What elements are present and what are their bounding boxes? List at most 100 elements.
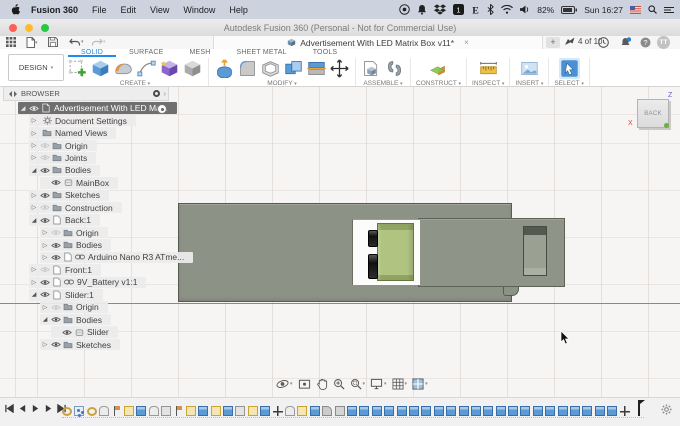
- expander-icon[interactable]: ▷: [40, 304, 50, 311]
- timeline-feature-extrude-icon[interactable]: [359, 406, 370, 416]
- spotlight-icon[interactable]: [648, 5, 657, 14]
- tree-row-bodies[interactable]: ◢ Bodies: [3, 313, 169, 326]
- timeline-feature-sketch-icon[interactable]: [247, 406, 258, 416]
- visibility-eye-icon[interactable]: [39, 291, 51, 298]
- timeline-feature-extrude-icon[interactable]: [346, 406, 357, 416]
- ribbon-group-label-inspect[interactable]: INSPECT ▾: [472, 80, 504, 87]
- timeline-feature-box-icon[interactable]: [334, 406, 345, 416]
- timeline-feature-component-icon[interactable]: [235, 406, 246, 416]
- tree-row-front-1[interactable]: ▷ Front:1: [3, 264, 169, 276]
- visibility-eye-icon[interactable]: [50, 304, 62, 311]
- grid-settings-icon[interactable]: ▾: [392, 378, 407, 390]
- expander-icon[interactable]: ◢: [18, 105, 28, 112]
- clock-icon[interactable]: [598, 37, 609, 48]
- document-tab[interactable]: Advertisement With LED Matrix Box v11* ×: [213, 36, 543, 49]
- split-icon[interactable]: [306, 58, 327, 79]
- visibility-eye-icon[interactable]: [39, 279, 51, 286]
- bluetooth-icon[interactable]: [487, 4, 495, 15]
- tree-row-joints[interactable]: ▷ Joints: [3, 152, 169, 164]
- hole-icon[interactable]: [182, 58, 203, 79]
- joint-icon[interactable]: [384, 58, 405, 79]
- new-tab-button[interactable]: +: [546, 37, 560, 48]
- redo-button[interactable]: ▾: [91, 37, 106, 47]
- timeline-playhead[interactable]: [634, 400, 645, 416]
- tree-row-origin[interactable]: ▷ Origin: [3, 226, 169, 239]
- visibility-eye-icon[interactable]: [50, 341, 62, 348]
- ribbon-group-label-modify[interactable]: MODIFY ▾: [267, 80, 297, 87]
- display-settings-icon[interactable]: ▾: [370, 378, 387, 390]
- create-sketch-icon[interactable]: [67, 58, 88, 79]
- menu-item-edit[interactable]: Edit: [121, 5, 137, 15]
- timeline-step-back-button[interactable]: [18, 404, 27, 413]
- tree-row-named-views[interactable]: ▷ Named Views: [3, 127, 169, 139]
- help-icon[interactable]: ?: [640, 37, 651, 48]
- menu-item-help[interactable]: Help: [229, 5, 248, 15]
- apple-menu-icon[interactable]: [11, 3, 21, 16]
- move-icon[interactable]: [329, 58, 350, 79]
- timeline-feature-extrude-icon[interactable]: [371, 406, 382, 416]
- expander-icon[interactable]: ▷: [40, 254, 50, 261]
- tree-row-sketches[interactable]: ▷ Sketches: [3, 189, 169, 202]
- timeline-feature-extrude-icon[interactable]: [470, 406, 481, 416]
- timeline-feature-extrude-icon[interactable]: [136, 406, 147, 416]
- timeline-feature-extrude-icon[interactable]: [607, 406, 618, 416]
- timeline-feature-extrude-icon[interactable]: [223, 406, 234, 416]
- expander-icon[interactable]: ▷: [29, 142, 39, 149]
- timeline-feature-sketch-icon[interactable]: [210, 406, 221, 416]
- timeline-feature-extrude-icon[interactable]: [532, 406, 543, 416]
- expander-icon[interactable]: ◢: [40, 316, 50, 323]
- menubar-clock[interactable]: Sun 16:27: [584, 5, 623, 15]
- visibility-eye-icon[interactable]: [50, 179, 62, 186]
- browser-options-icon[interactable]: [153, 90, 161, 97]
- timeline-step-forward-button[interactable]: [44, 404, 53, 413]
- timeline-feature-fillet-icon[interactable]: [322, 406, 333, 416]
- timeline-feature-extrude-icon[interactable]: [396, 406, 407, 416]
- expander-icon[interactable]: ▷: [29, 130, 39, 137]
- timeline-feature-flag-icon[interactable]: [174, 406, 184, 416]
- bell-icon[interactable]: [417, 4, 427, 15]
- ribbon-group-label-insert[interactable]: INSERT ▾: [515, 80, 543, 87]
- press-pull-icon[interactable]: [214, 58, 235, 79]
- insert-image-icon[interactable]: [519, 58, 540, 79]
- look-at-icon[interactable]: [298, 378, 311, 390]
- new-component-icon[interactable]: [361, 58, 382, 79]
- expander-icon[interactable]: ◢: [29, 167, 39, 174]
- tree-row-document-settings[interactable]: ▷ Document Settings: [3, 114, 169, 127]
- dropbox-icon[interactable]: [434, 4, 447, 15]
- timeline-feature-component-icon[interactable]: [161, 406, 172, 416]
- expander-icon[interactable]: ▷: [29, 154, 39, 161]
- timeline-feature-extrude-icon[interactable]: [421, 406, 432, 416]
- one-password-icon[interactable]: 1: [453, 4, 465, 15]
- user-avatar[interactable]: TT: [657, 36, 670, 49]
- menu-lines-icon[interactable]: [664, 6, 674, 14]
- tree-row-origin[interactable]: ▷ Origin: [3, 139, 169, 152]
- pan-icon[interactable]: [316, 378, 328, 390]
- timeline-feature-extrude-icon[interactable]: [198, 406, 209, 416]
- timeline-feature-extrude-icon[interactable]: [309, 406, 320, 416]
- wifi-icon[interactable]: [501, 5, 514, 14]
- tree-row-bodies[interactable]: ◢ Bodies: [3, 164, 169, 177]
- timeline-feature-extrude-icon[interactable]: [545, 406, 556, 416]
- timeline-feature-move-icon[interactable]: [272, 406, 283, 416]
- app-grid-icon[interactable]: [6, 37, 16, 47]
- timeline-feature-extrude-icon[interactable]: [458, 406, 469, 416]
- extrude-box-icon[interactable]: [90, 58, 111, 79]
- measure-icon[interactable]: [478, 58, 499, 79]
- visibility-eye-icon[interactable]: [39, 204, 51, 211]
- ribbon-tab-surface[interactable]: SURFACE: [116, 49, 176, 57]
- timeline-feature-joint-icon[interactable]: [285, 406, 296, 416]
- timeline-feature-extrude-icon[interactable]: [495, 406, 506, 416]
- visibility-eye-icon[interactable]: [39, 192, 51, 199]
- collapse-panel-icon[interactable]: [9, 90, 17, 97]
- battery-icon[interactable]: [561, 5, 578, 14]
- save-button[interactable]: [48, 37, 58, 47]
- eye-icon[interactable]: [399, 4, 410, 15]
- timeline-feature-joint-icon[interactable]: [148, 406, 159, 416]
- timeline-feature-extrude-icon[interactable]: [446, 406, 457, 416]
- timeline-feature-extrude-icon[interactable]: [433, 406, 444, 416]
- visibility-eye-icon[interactable]: [39, 217, 51, 224]
- expander-icon[interactable]: ▷: [40, 242, 50, 249]
- timeline-feature-extrude-icon[interactable]: [594, 406, 605, 416]
- e-app-icon[interactable]: E: [471, 5, 480, 14]
- tree-row-sketches[interactable]: ▷ Sketches: [3, 338, 169, 351]
